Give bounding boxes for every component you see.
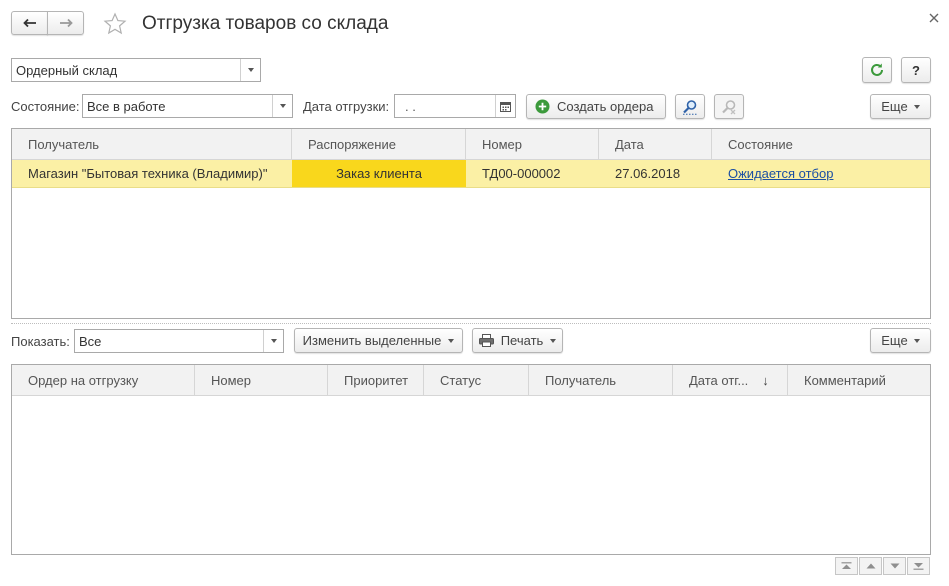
print-label: Печать — [500, 333, 544, 348]
cell-order: Заказ клиента — [292, 160, 466, 187]
warehouse-value: Ордерный склад — [16, 62, 118, 78]
nav-first-button[interactable] — [835, 557, 858, 575]
down-icon — [890, 563, 899, 569]
find-button[interactable] — [675, 94, 705, 119]
chevron-down-icon — [247, 68, 254, 72]
chevron-down-icon — [270, 339, 277, 343]
top-table-header: Получатель Распоряжение Номер Дата Состо… — [12, 129, 930, 160]
nav-down-button[interactable] — [883, 557, 906, 575]
show-value: Все — [79, 333, 102, 349]
refresh-icon — [871, 63, 883, 76]
close-icon[interactable] — [927, 11, 941, 25]
nav-last-button[interactable] — [907, 557, 930, 575]
page-title: Отгрузка товаров со склада — [142, 13, 389, 34]
col-order[interactable]: Распоряжение — [292, 129, 466, 160]
create-orders-button[interactable]: Создать ордера — [526, 94, 666, 119]
more-label: Еще — [881, 99, 908, 114]
more-button-top[interactable]: Еще — [870, 94, 931, 119]
show-select[interactable]: Все — [74, 329, 284, 353]
bottom-table[interactable]: Ордер на отгрузку Номер Приоритет Статус… — [11, 364, 931, 555]
chevron-down-icon — [448, 338, 455, 343]
last-icon — [913, 563, 924, 570]
print-button[interactable]: Печать — [472, 328, 563, 353]
chevron-down-icon — [913, 338, 920, 343]
search-icon — [683, 99, 697, 115]
state-select[interactable]: Все в работе — [82, 94, 293, 118]
forward-button[interactable] — [47, 11, 84, 35]
dropdown-button[interactable] — [263, 330, 283, 352]
back-button[interactable] — [11, 11, 48, 35]
create-orders-label: Создать ордера — [557, 99, 654, 114]
change-selected-label: Изменить выделенные — [302, 333, 442, 348]
state-link[interactable]: Ожидается отбор — [728, 166, 833, 181]
refresh-button[interactable] — [862, 57, 892, 83]
cell-number: ТД00-000002 — [482, 166, 561, 181]
warehouse-select[interactable]: Ордерный склад — [11, 58, 261, 82]
show-label: Показать: — [11, 334, 70, 349]
col-status[interactable]: Статус — [424, 365, 529, 396]
dropdown-button[interactable] — [240, 59, 260, 81]
cell-recipient: Магазин "Бытовая техника (Владимир)" — [28, 166, 268, 181]
table-row[interactable]: Магазин "Бытовая техника (Владимир)" Зак… — [12, 160, 930, 188]
cell-state[interactable]: Ожидается отбор — [712, 160, 930, 187]
col-ship-date[interactable]: Дата отг... ↓ — [673, 365, 788, 396]
dropdown-button[interactable] — [272, 95, 292, 117]
col-shipment-order[interactable]: Ордер на отгрузку — [12, 365, 195, 396]
sort-down-icon: ↓ — [762, 373, 769, 388]
date-field[interactable]: . . — [394, 94, 516, 118]
change-selected-button[interactable]: Изменить выделенные — [294, 328, 463, 353]
date-label: Дата отгрузки: — [303, 99, 390, 114]
col-comment[interactable]: Комментарий — [788, 365, 930, 396]
state-label: Состояние: — [11, 99, 80, 114]
col-number[interactable]: Номер — [195, 365, 328, 396]
clear-search-button[interactable] — [714, 94, 744, 119]
splitter[interactable] — [11, 323, 931, 324]
cell-date: 27.06.2018 — [615, 166, 681, 181]
chevron-down-icon — [913, 104, 920, 109]
calendar-button[interactable] — [495, 95, 515, 117]
chevron-down-icon — [550, 338, 557, 343]
col-date[interactable]: Дата — [599, 129, 712, 160]
calendar-icon — [500, 101, 511, 112]
nav-up-button[interactable] — [859, 557, 882, 575]
col-priority[interactable]: Приоритет — [328, 365, 424, 396]
add-circle-icon — [535, 99, 550, 114]
first-icon — [841, 562, 852, 569]
state-value: Все в работе — [87, 98, 166, 114]
arrow-left-icon — [22, 18, 36, 28]
more-label: Еще — [881, 333, 908, 348]
search-cancel-icon — [722, 99, 736, 114]
col-ship-date-label: Дата отг... — [689, 373, 749, 388]
col-number[interactable]: Номер — [466, 129, 599, 160]
up-icon — [866, 563, 875, 569]
bottom-table-header: Ордер на отгрузку Номер Приоритет Статус… — [12, 365, 930, 396]
top-table[interactable]: Получатель Распоряжение Номер Дата Состо… — [11, 128, 931, 319]
chevron-down-icon — [279, 104, 286, 108]
printer-icon — [478, 334, 494, 347]
arrow-right-icon — [59, 18, 73, 28]
col-recipient[interactable]: Получатель — [12, 129, 292, 160]
date-value: . . — [405, 98, 416, 114]
more-button-bottom[interactable]: Еще — [870, 328, 931, 353]
col-recipient[interactable]: Получатель — [529, 365, 673, 396]
col-state[interactable]: Состояние — [712, 129, 930, 160]
star-icon[interactable] — [103, 12, 127, 36]
help-button[interactable]: ? — [901, 57, 931, 83]
